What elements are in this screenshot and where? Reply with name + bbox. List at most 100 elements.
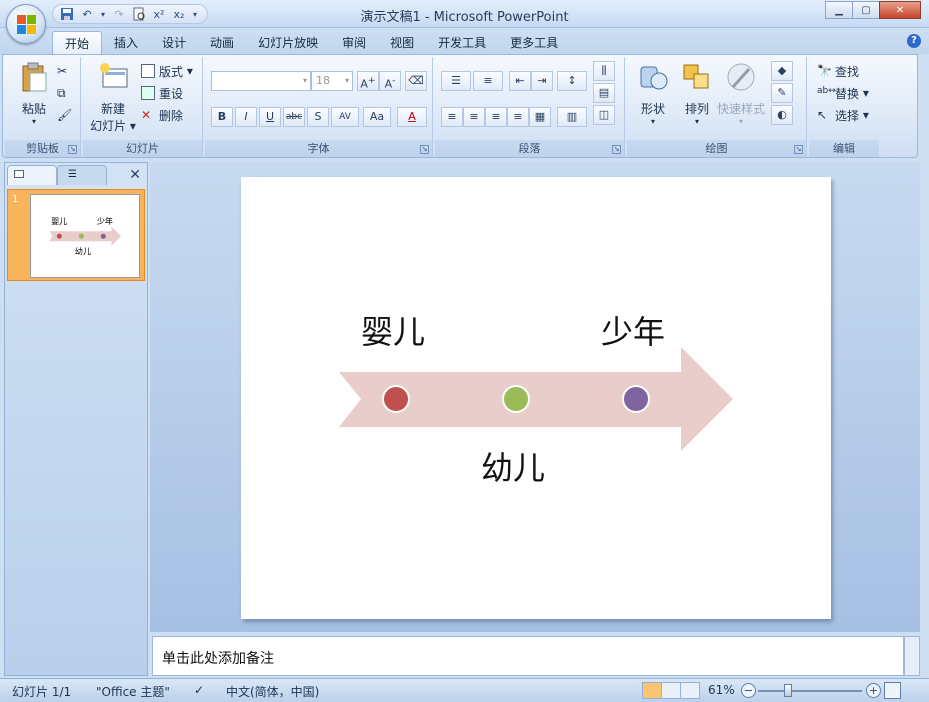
timeline-graphic[interactable] [241,177,831,619]
notes-pane[interactable]: 单击此处添加备注 [152,636,904,676]
dot-teen [622,385,650,413]
label-infant[interactable]: 婴儿 [361,307,425,353]
align-left-icon[interactable]: ≡ [441,107,463,127]
tab-developer[interactable]: 开发工具 [426,31,498,54]
font-color-button[interactable]: A [397,107,427,127]
zoom-in-icon[interactable]: + [866,683,881,698]
increase-indent-icon[interactable]: ⇥ [531,71,553,91]
label-toddler[interactable]: 幼儿 [481,443,545,489]
title-bar: ↶ ▾ ↷ x² x₂ ▾ 演示文稿1 - Microsoft PowerPoi… [0,0,929,28]
tab-slides-thumbnails[interactable] [7,165,57,185]
window-title: 演示文稿1 - Microsoft PowerPoint [360,10,569,25]
quick-styles-button[interactable]: 快速样式 ▾ [717,61,765,126]
tab-slideshow[interactable]: 幻灯片放映 [246,31,330,54]
paste-button[interactable]: 粘贴 ▾ [11,61,57,126]
tab-view[interactable]: 视图 [378,31,426,54]
shape-effects-icon[interactable]: ◐ [771,105,793,125]
help-icon[interactable]: ? [907,34,921,48]
notes-placeholder[interactable]: 单击此处添加备注 [162,648,274,668]
new-slide-button[interactable]: 新建 幻灯片 ▾ [87,61,139,134]
line-spacing-icon[interactable]: ↕ [557,71,587,91]
select-button[interactable]: ↖ 选择 ▾ [817,105,869,125]
minimize-button[interactable]: ▁ [825,1,853,19]
shapes-icon [640,66,668,90]
office-button[interactable] [6,4,46,44]
zoom-slider-track[interactable] [758,690,862,692]
thumbnail-preview: 婴儿 少年 幼儿 [49,216,122,256]
grow-font-icon[interactable]: A+ [357,71,379,91]
shape-fill-icon[interactable]: ◆ [771,61,793,81]
cursor-icon: ↖ [817,108,828,122]
shapes-button[interactable]: 形状 ▾ [631,61,675,126]
format-painter-icon[interactable]: 🖌 [57,105,72,125]
copy-icon[interactable]: ⧉ [57,83,66,103]
slide-thumbnail-row[interactable]: 1 婴儿 少年 幼儿 [7,189,145,281]
font-size-combo[interactable]: 18 ▾ [311,71,353,91]
numbering-icon[interactable]: ≡ [473,71,503,91]
bullets-icon[interactable]: ☰ [441,71,471,91]
change-case-button[interactable]: Aa [363,107,391,127]
outline-tab-icon: ☰ [68,169,77,180]
decrease-indent-icon[interactable]: ⇤ [509,71,531,91]
tab-home[interactable]: 开始 [52,31,103,54]
text-shadow-button[interactable]: S [307,107,329,127]
notes-scrollbar[interactable] [904,636,920,676]
fit-to-window-icon[interactable] [884,682,901,699]
align-right-icon[interactable]: ≡ [485,107,507,127]
close-button[interactable]: ✕ [879,1,921,19]
slide-thumbnail[interactable]: 婴儿 少年 幼儿 [30,194,140,278]
arrange-button[interactable]: 排列 ▾ [675,61,719,126]
paragraph-launcher-icon[interactable]: ↘ [612,145,621,154]
tab-outline[interactable]: ☰ [57,165,107,185]
reset-button[interactable]: 重设 [141,83,183,103]
tab-animations[interactable]: 动画 [198,31,246,54]
delete-slide-button[interactable]: ✕ 删除 [141,105,183,125]
align-text-icon[interactable]: ▤ [593,83,615,103]
replace-button[interactable]: ab↔ 替换 ▾ [817,83,869,103]
zoom-out-icon[interactable]: − [741,683,756,698]
clear-format-icon[interactable]: ⌫ [405,71,427,91]
normal-view-icon[interactable] [642,682,662,699]
slideshow-view-icon[interactable] [680,682,700,699]
tab-design[interactable]: 设计 [150,31,198,54]
italic-button[interactable]: I [235,107,257,127]
zoom-level[interactable]: 61% [708,683,735,697]
font-name-combo[interactable]: ▾ [211,71,311,91]
drawing-launcher-icon[interactable]: ↘ [794,145,803,154]
language-indicator[interactable]: 中文(简体，中国) [226,683,319,700]
tab-review[interactable]: 审阅 [330,31,378,54]
align-center-icon[interactable]: ≡ [463,107,485,127]
layout-button[interactable]: 版式 ▾ [141,61,193,81]
text-direction-icon[interactable]: ⫼ [593,61,615,81]
bold-button[interactable]: B [211,107,233,127]
distribute-icon[interactable]: ▦ [529,107,551,127]
underline-button[interactable]: U [259,107,281,127]
close-pane-icon[interactable]: ✕ [129,167,141,183]
justify-icon[interactable]: ≡ [507,107,529,127]
tab-insert[interactable]: 插入 [102,31,150,54]
find-button[interactable]: 🔭 查找 [817,61,859,81]
theme-name[interactable]: "Office 主题" [96,683,170,700]
ribbon-tab-bar: 开始 插入 设计 动画 幻灯片放映 审阅 视图 开发工具 更多工具 ? [0,28,929,54]
reset-icon [141,86,155,100]
cut-icon[interactable]: ✂ [57,61,67,81]
spellcheck-icon[interactable]: ✓ [194,683,204,697]
new-slide-icon [100,63,128,88]
shrink-font-icon[interactable]: A- [379,71,401,91]
strikethrough-button[interactable]: abc [283,107,305,127]
maximize-button[interactable]: ▢ [852,1,880,19]
slide-canvas[interactable]: 婴儿 少年 幼儿 [241,177,831,619]
shape-outline-icon[interactable]: ✎ [771,83,793,103]
slide-editing-area: 婴儿 少年 幼儿 [150,162,920,632]
zoom-slider-thumb[interactable] [784,684,792,697]
layout-icon [141,64,155,78]
tab-more-tools[interactable]: 更多工具 [498,31,570,54]
label-teen[interactable]: 少年 [601,307,665,353]
char-spacing-button[interactable]: AV [331,107,359,127]
smartart-icon[interactable]: ◫ [593,105,615,125]
slide-sorter-view-icon[interactable] [661,682,681,699]
group-label-paragraph: 段落 [435,140,624,157]
columns-icon[interactable]: ▥ [557,107,587,127]
clipboard-launcher-icon[interactable]: ↘ [68,145,77,154]
font-launcher-icon[interactable]: ↘ [420,145,429,154]
